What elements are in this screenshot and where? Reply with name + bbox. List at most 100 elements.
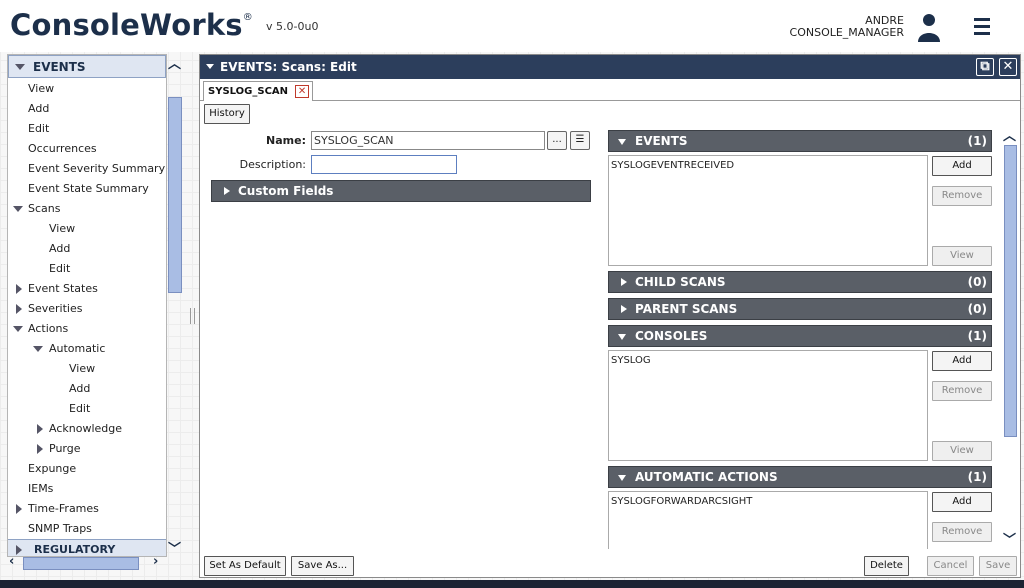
sidebar-item-iems[interactable]: IEMs: [28, 480, 53, 498]
nav-sidebar: EVENTS View Add Edit Occurrences Event S…: [7, 54, 167, 557]
collapse-triangle-icon: [618, 475, 626, 481]
ellipsis-button[interactable]: ...: [547, 131, 567, 150]
sidebar-item-automatic-edit[interactable]: Edit: [69, 400, 90, 418]
chevron-right-icon[interactable]: ›: [153, 554, 158, 569]
save-as-button[interactable]: Save As...: [291, 556, 354, 576]
sidebar-item-scans-view[interactable]: View: [49, 220, 75, 238]
consoles-add-button[interactable]: Add: [932, 351, 992, 371]
name-input[interactable]: [311, 131, 545, 150]
expand-triangle-icon[interactable]: [16, 504, 22, 514]
history-button[interactable]: History: [204, 104, 250, 124]
chevron-down-icon[interactable]: ﹀: [1003, 529, 1016, 548]
automatic-actions-section[interactable]: AUTOMATIC ACTIONS (1): [608, 466, 992, 488]
sidebar-item-acknowledge[interactable]: Acknowledge: [49, 420, 122, 438]
sidebar-section-regulatory[interactable]: REGULATORY: [8, 539, 166, 556]
sidebar-item-event-severity-summary[interactable]: Event Severity Summary: [28, 160, 165, 178]
chevron-up-icon[interactable]: ︿: [1003, 125, 1016, 144]
events-list[interactable]: SYSLOGEVENTRECEIVED: [608, 155, 928, 266]
panel-splitter-handle[interactable]: [190, 308, 195, 324]
sidebar-item-automatic[interactable]: Automatic: [49, 340, 105, 358]
list-item[interactable]: SYSLOGEVENTRECEIVED: [611, 160, 925, 171]
automatic-actions-count: (1): [967, 470, 987, 484]
sidebar-item-scans-add[interactable]: Add: [49, 240, 70, 258]
tab-strip: SYSLOG_SCAN ✕: [200, 79, 1020, 101]
list-item[interactable]: SYSLOG: [611, 355, 925, 366]
consoles-section[interactable]: CONSOLES (1): [608, 325, 992, 347]
sidebar-hscroll-thumb[interactable]: [23, 557, 139, 570]
set-as-default-button[interactable]: Set As Default: [204, 556, 286, 576]
expand-triangle-icon[interactable]: [13, 206, 23, 212]
sidebar-item-scans-edit[interactable]: Edit: [49, 260, 70, 278]
sidebar-vertical-scrollbar[interactable]: ︿ ﹀: [167, 54, 183, 557]
expand-triangle-icon[interactable]: [13, 326, 23, 332]
sidebar-section-events[interactable]: EVENTS: [8, 55, 166, 78]
tab-close-icon[interactable]: ✕: [295, 85, 310, 98]
sidebar-item-automatic-view[interactable]: View: [69, 360, 95, 378]
edit-panel: EVENTS: Scans: Edit ⧉ ✕ SYSLOG_SCAN ✕ Hi…: [199, 54, 1021, 578]
list-icon[interactable]: ☰: [570, 131, 590, 150]
close-icon[interactable]: ✕: [999, 58, 1017, 76]
app-version: v 5.0-0u0: [266, 20, 319, 33]
automatic-actions-add-button[interactable]: Add: [932, 492, 992, 512]
taskbar-strip: [0, 580, 1024, 588]
sidebar-item-scans[interactable]: Scans: [28, 200, 60, 218]
sidebar-item-add[interactable]: Add: [28, 100, 49, 118]
sidebar-item-occurrences[interactable]: Occurrences: [28, 140, 97, 158]
expand-triangle-icon[interactable]: [33, 346, 43, 352]
cancel-button[interactable]: Cancel: [927, 556, 974, 576]
sidebar-item-severities[interactable]: Severities: [28, 300, 82, 318]
app-logo: ConsoleWorks®: [10, 8, 253, 42]
sidebar-item-expunge[interactable]: Expunge: [28, 460, 76, 478]
expand-triangle-icon[interactable]: [37, 424, 43, 434]
chevron-up-icon[interactable]: ︿: [168, 53, 181, 72]
sidebar-item-event-states[interactable]: Event States: [28, 280, 98, 298]
collapse-triangle-icon: [618, 139, 626, 145]
tab-syslog-scan[interactable]: SYSLOG_SCAN ✕: [203, 81, 314, 101]
consoles-view-button[interactable]: View: [932, 441, 992, 461]
sidebar-item-view[interactable]: View: [28, 80, 54, 98]
sidebar-item-automatic-add[interactable]: Add: [69, 380, 90, 398]
panel-scroll-thumb[interactable]: [1004, 145, 1017, 437]
expand-triangle-icon: [621, 305, 627, 313]
child-scans-section[interactable]: CHILD SCANS (0): [608, 271, 992, 293]
name-label: Name:: [266, 134, 306, 147]
events-section[interactable]: EVENTS (1): [608, 130, 992, 152]
sidebar-item-snmp-traps[interactable]: SNMP Traps: [28, 520, 92, 538]
panel-title-bar: EVENTS: Scans: Edit ⧉ ✕: [200, 55, 1020, 79]
sidebar-item-actions[interactable]: Actions: [28, 320, 68, 338]
delete-button[interactable]: Delete: [864, 556, 909, 576]
events-add-button[interactable]: Add: [932, 156, 992, 176]
consoles-remove-button[interactable]: Remove: [932, 381, 992, 401]
sidebar-item-purge[interactable]: Purge: [49, 440, 81, 458]
panel-vertical-scrollbar[interactable]: ︿ ﹀: [1002, 125, 1018, 548]
user-avatar-icon[interactable]: [916, 12, 942, 42]
collapse-triangle-icon[interactable]: [206, 64, 214, 69]
expand-triangle-icon[interactable]: [16, 284, 22, 294]
custom-fields-section[interactable]: Custom Fields: [211, 180, 591, 202]
sidebar-horizontal-scrollbar[interactable]: ‹ ›: [7, 554, 183, 572]
list-item[interactable]: SYSLOGFORWARDARCSIGHT: [611, 496, 925, 507]
sidebar-item-edit[interactable]: Edit: [28, 120, 49, 138]
expand-triangle-icon[interactable]: [37, 444, 43, 454]
panel-title: EVENTS: Scans: Edit: [220, 60, 357, 74]
events-remove-button[interactable]: Remove: [932, 186, 992, 206]
expand-triangle-icon[interactable]: [16, 304, 22, 314]
consoles-list[interactable]: SYSLOG: [608, 350, 928, 461]
chevron-left-icon[interactable]: ‹: [9, 554, 14, 569]
collapse-triangle-icon: [15, 63, 25, 70]
automatic-actions-remove-button[interactable]: Remove: [932, 522, 992, 542]
parent-scans-section[interactable]: PARENT SCANS (0): [608, 298, 992, 320]
events-count: (1): [967, 134, 987, 148]
automatic-actions-list[interactable]: SYSLOGFORWARDARCSIGHT: [608, 491, 928, 549]
description-input[interactable]: [311, 155, 457, 174]
chevron-down-icon[interactable]: ﹀: [168, 538, 181, 557]
app-header: ConsoleWorks® v 5.0-0u0 ANDRE CONSOLE_MA…: [0, 0, 1024, 52]
sidebar-item-event-state-summary[interactable]: Event State Summary: [28, 180, 149, 198]
hamburger-menu-icon[interactable]: [974, 18, 990, 36]
collapse-triangle-icon: [618, 334, 626, 340]
sidebar-scroll-thumb[interactable]: [168, 97, 182, 293]
events-view-button[interactable]: View: [932, 246, 992, 266]
popout-window-icon[interactable]: ⧉: [976, 58, 994, 76]
save-button[interactable]: Save: [979, 556, 1017, 576]
sidebar-item-time-frames[interactable]: Time-Frames: [28, 500, 99, 518]
